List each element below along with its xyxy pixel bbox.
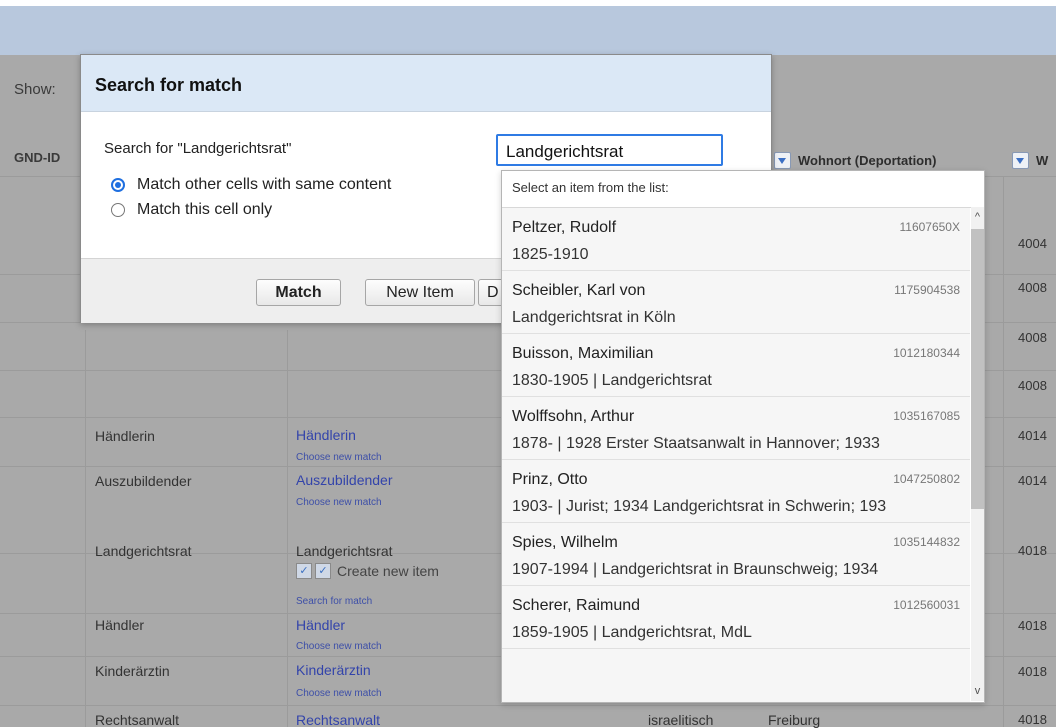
- dialog-header[interactable]: Search for match: [81, 55, 771, 112]
- choose-new-match-link[interactable]: Choose new match: [296, 497, 382, 508]
- column-header-label: Wohnort (Deportation): [798, 153, 937, 168]
- radio-unchecked[interactable]: [111, 203, 125, 217]
- suggestion-id: 1012180344: [893, 346, 960, 360]
- column-menu-icon[interactable]: [774, 152, 791, 169]
- create-new-item-option[interactable]: ✓ ✓ Create new item: [296, 563, 439, 579]
- checkmark-icon[interactable]: ✓: [296, 563, 312, 579]
- search-label: Search for "Landgerichtsrat": [104, 140, 292, 157]
- column-divider: [1003, 176, 1004, 727]
- match-this-cell-option[interactable]: Match this cell only: [111, 201, 272, 219]
- suggestion-description: 1825-1910: [512, 246, 589, 263]
- suggestion-status-text: Select an item from the list:: [512, 180, 669, 195]
- row-number: 4018: [1018, 618, 1047, 633]
- match-link[interactable]: Kinderärztin: [296, 662, 371, 678]
- row-number: 4014: [1018, 428, 1047, 443]
- suggestion-description: 1830-1905 | Landgerichtsrat: [512, 372, 712, 389]
- match-button[interactable]: Match: [256, 279, 341, 306]
- radio-label: Match other cells with same content: [137, 176, 392, 193]
- suggestion-id: 1012560031: [893, 598, 960, 612]
- row-number: 4008: [1018, 280, 1047, 295]
- choose-new-match-link[interactable]: Choose new match: [296, 452, 382, 463]
- gnd-id-column-header[interactable]: GND-ID: [14, 150, 78, 165]
- dialog-title: Search for match: [95, 75, 243, 95]
- suggestion-list: Select an item from the list: Peltzer, R…: [501, 170, 985, 703]
- suggestion-description: 1907-1994 | Landgerichtsrat in Braunschw…: [512, 561, 879, 578]
- column-header-label: W: [1036, 153, 1049, 168]
- table-cell-city: Freiburg: [768, 712, 821, 728]
- suggestion-description: Landgerichtsrat in Köln: [512, 309, 676, 326]
- suggestion-name: Prinz, Otto: [512, 471, 588, 488]
- choose-new-match-link[interactable]: Choose new match: [296, 641, 382, 652]
- row-number: 4018: [1018, 543, 1047, 558]
- app-header-bar: [0, 6, 1056, 55]
- row-number: 4018: [1018, 712, 1047, 727]
- suggestion-id: 1035167085: [893, 409, 960, 423]
- table-cell: Händlerin: [95, 428, 155, 444]
- create-new-item-label: Create new item: [337, 563, 439, 579]
- suggestion-name: Buisson, Maximilian: [512, 345, 654, 362]
- suggestion-id: 1035144832: [893, 535, 960, 549]
- match-link[interactable]: Rechtsanwalt: [296, 712, 380, 728]
- scrollbar-thumb[interactable]: [971, 229, 984, 509]
- table-cell: Landgerichtsrat: [95, 543, 192, 559]
- suggestion-id: 1175904538: [894, 283, 960, 297]
- suggestion-item-partial[interactable]: [502, 649, 970, 702]
- match-link[interactable]: Auszubildender: [296, 472, 393, 488]
- suggestion-item[interactable]: Spies, Wilhelm 1035144832 1907-1994 | La…: [502, 523, 970, 586]
- suggestion-name: Wolffsohn, Arthur: [512, 408, 635, 425]
- scroll-up-icon[interactable]: ^: [971, 207, 984, 227]
- suggestion-item[interactable]: Scheibler, Karl von 1175904538 Landgeric…: [502, 271, 970, 334]
- row-number: 4004: [1018, 236, 1047, 251]
- cell-value: Landgerichtsrat: [296, 543, 393, 559]
- suggestion-description: 1903- | Jurist; 1934 Landgerichtsrat in …: [512, 498, 887, 515]
- match-link[interactable]: Händler: [296, 617, 345, 633]
- row-number: 4008: [1018, 378, 1047, 393]
- suggestion-name: Scheibler, Karl von: [512, 282, 646, 299]
- table-cell: Auszubildender: [95, 473, 192, 489]
- new-item-button[interactable]: New Item: [365, 279, 475, 306]
- suggestion-item[interactable]: Wolffsohn, Arthur 1035167085 1878- | 192…: [502, 397, 970, 460]
- search-input[interactable]: [496, 134, 723, 166]
- table-cell-religion: israelitisch: [648, 712, 714, 728]
- scroll-down-icon[interactable]: v: [971, 681, 984, 701]
- table-cell: Kinderärztin: [95, 663, 170, 679]
- column-header-next[interactable]: W: [1012, 152, 1056, 169]
- column-divider: [85, 330, 86, 727]
- show-label: Show:: [14, 81, 56, 98]
- table-cell: Rechtsanwalt: [95, 712, 180, 728]
- suggestion-item[interactable]: Prinz, Otto 1047250802 1903- | Jurist; 1…: [502, 460, 970, 523]
- suggestion-scrollbar[interactable]: ^ v: [971, 207, 984, 701]
- row-number: 4008: [1018, 330, 1047, 345]
- suggestion-status: Select an item from the list:: [502, 171, 984, 208]
- search-for-match-link[interactable]: Search for match: [296, 596, 372, 607]
- suggestion-description: 1878- | 1928 Erster Staatsanwalt in Hann…: [512, 435, 880, 452]
- suggestion-name: Peltzer, Rudolf: [512, 219, 617, 236]
- match-link[interactable]: Händlerin: [296, 427, 356, 443]
- radio-checked[interactable]: [111, 178, 125, 192]
- suggestion-name: Scherer, Raimund: [512, 597, 641, 614]
- suggestion-item[interactable]: Peltzer, Rudolf 11607650X 1825-1910: [502, 208, 970, 271]
- suggestion-item[interactable]: Buisson, Maximilian 1012180344 1830-1905…: [502, 334, 970, 397]
- column-menu-icon[interactable]: [1012, 152, 1029, 169]
- suggestion-name: Spies, Wilhelm: [512, 534, 618, 551]
- choose-new-match-link[interactable]: Choose new match: [296, 688, 382, 699]
- row-number: 4014: [1018, 473, 1047, 488]
- column-divider: [287, 330, 288, 727]
- table-cell: Händler: [95, 617, 145, 633]
- double-checkmark-icon[interactable]: ✓: [315, 563, 331, 579]
- suggestion-id: 11607650X: [899, 220, 960, 234]
- suggestion-id: 1047250802: [893, 472, 960, 486]
- match-same-content-option[interactable]: Match other cells with same content: [111, 176, 391, 194]
- column-header-wohnort[interactable]: Wohnort (Deportation): [774, 152, 936, 169]
- suggestion-description: 1859-1905 | Landgerichtsrat, MdL: [512, 624, 752, 641]
- row-divider: [0, 705, 1056, 706]
- row-number: 4018: [1018, 664, 1047, 679]
- radio-label: Match this cell only: [137, 201, 273, 218]
- suggestion-item[interactable]: Scherer, Raimund 1012560031 1859-1905 | …: [502, 586, 970, 649]
